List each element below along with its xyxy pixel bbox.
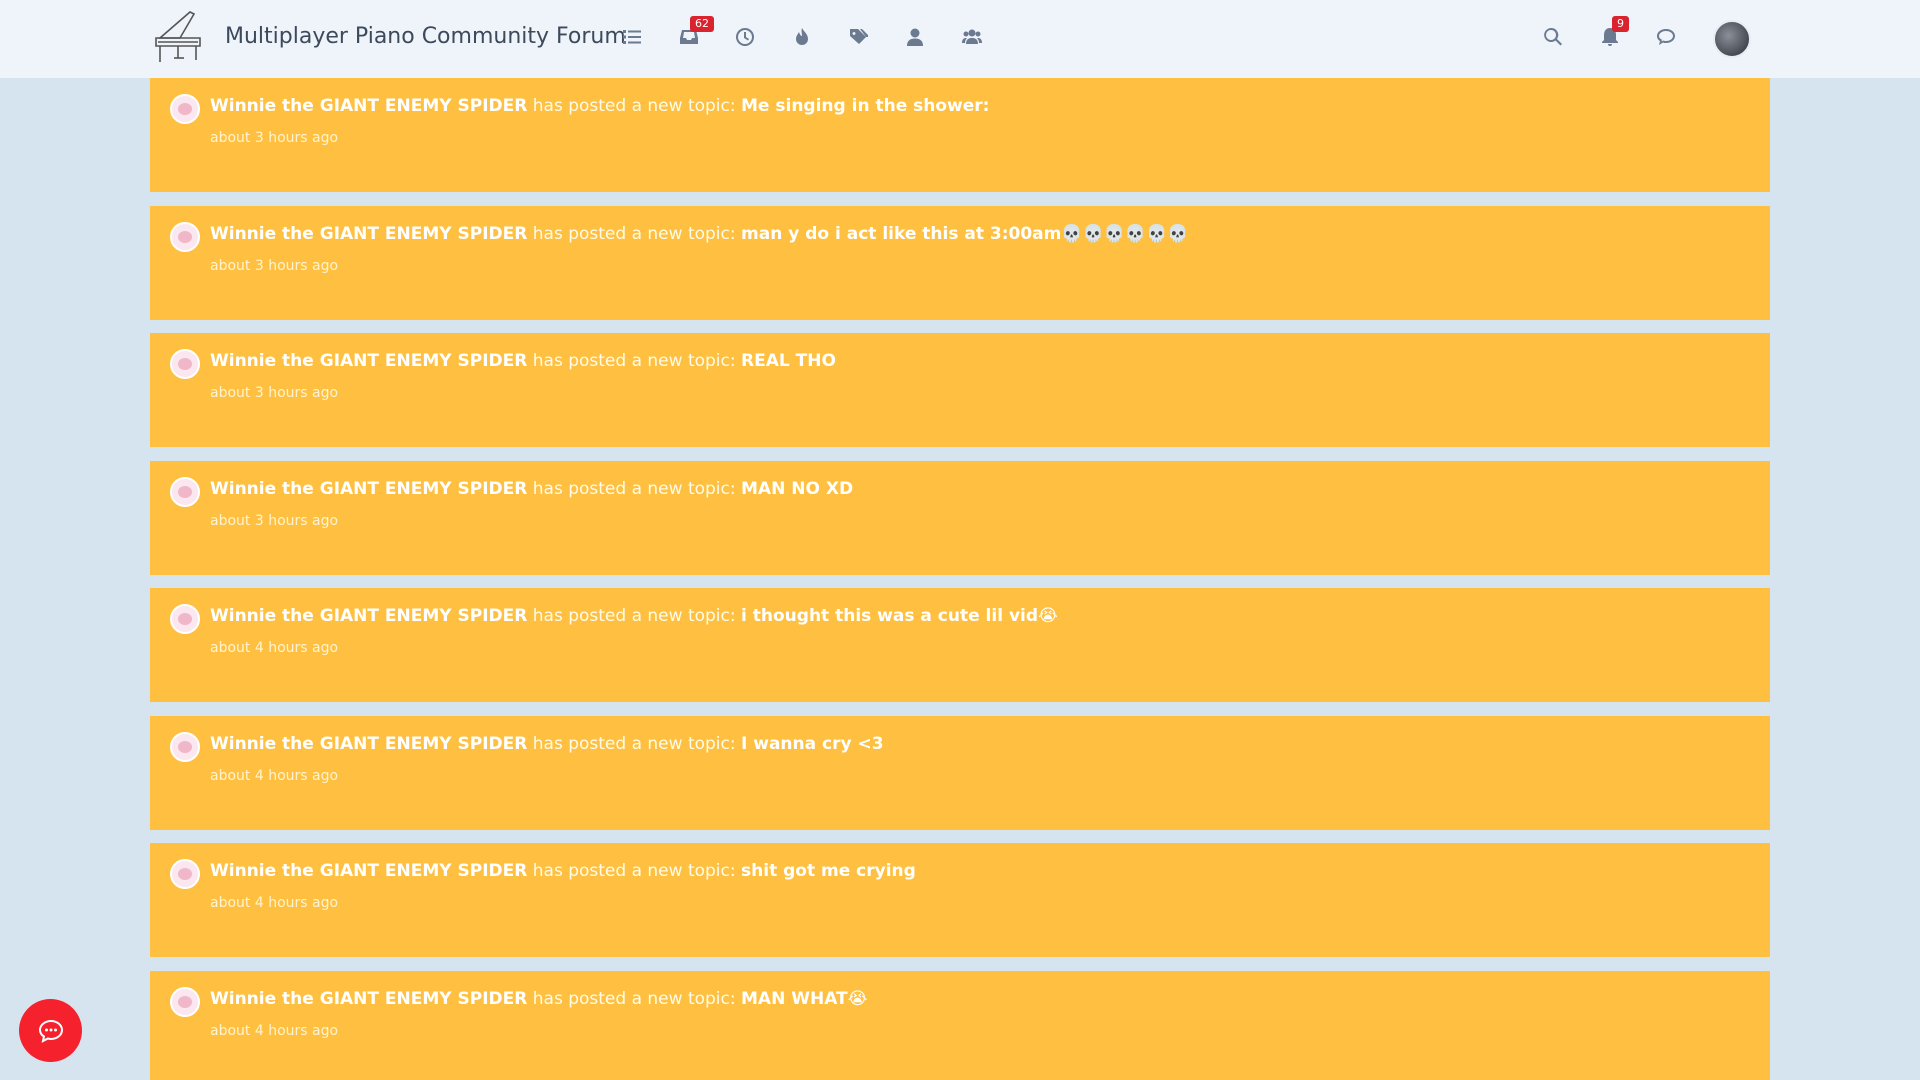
action-text: has posted a new topic: [532,96,736,116]
topic-link[interactable]: man y do i act like this at 3:00am💀💀💀💀💀💀 [741,224,1188,244]
timestamp[interactable]: about 4 hours ago [210,895,338,911]
clock-icon[interactable] [732,24,758,50]
action-text: has posted a new topic: [532,351,736,371]
top-navbar: Multiplayer Piano Community Forum 62 9 [0,0,1920,78]
users-icon[interactable] [959,24,985,50]
action-text: has posted a new topic: [532,988,736,1009]
timestamp[interactable]: about 4 hours ago [210,1023,338,1039]
list-item[interactable]: Winnie the GIANT ENEMY SPIDER has posted… [150,460,1770,575]
avatar[interactable] [170,859,200,889]
chat-button[interactable] [19,999,82,1062]
topic-link[interactable]: Me singing in the shower: [741,96,989,116]
action-text: has posted a new topic: [532,733,736,754]
timestamp[interactable]: about 3 hours ago [210,258,338,274]
topic-link[interactable]: I wanna cry <3 [741,734,884,754]
timestamp[interactable]: about 3 hours ago [210,385,338,401]
user-link[interactable]: Winnie the GIANT ENEMY SPIDER [210,96,527,116]
piano-logo-icon[interactable] [150,8,206,66]
user-link[interactable]: Winnie the GIANT ENEMY SPIDER [210,734,527,754]
topic-link[interactable]: MAN WHAT😭 [741,989,868,1009]
action-text: has posted a new topic: [532,478,736,499]
user-link[interactable]: Winnie the GIANT ENEMY SPIDER [210,479,527,499]
topic-link[interactable]: shit got me crying [741,861,916,881]
list-item[interactable]: Winnie the GIANT ENEMY SPIDER has posted… [150,588,1770,702]
list-item[interactable]: Winnie the GIANT ENEMY SPIDER has posted… [150,205,1770,320]
avatar[interactable] [170,221,200,252]
chat-icon[interactable] [1653,24,1679,50]
chat-bubble-icon [38,1019,63,1043]
avatar[interactable] [170,731,200,762]
user-link[interactable]: Winnie the GIANT ENEMY SPIDER [210,989,527,1009]
user-link[interactable]: Winnie the GIANT ENEMY SPIDER [210,861,527,881]
topic-link[interactable]: i thought this was a cute lil vid😭 [741,606,1058,626]
notifications-badge: 9 [1612,16,1629,32]
user-link[interactable]: Winnie the GIANT ENEMY SPIDER [210,351,527,371]
search-icon[interactable] [1540,24,1566,50]
list-item[interactable]: Winnie the GIANT ENEMY SPIDER has posted… [150,333,1770,447]
bell-icon[interactable]: 9 [1597,16,1629,50]
action-text: has posted a new topic: [532,861,736,881]
action-text: has posted a new topic: [532,223,736,244]
avatar[interactable] [170,476,200,507]
timestamp[interactable]: about 3 hours ago [210,513,338,529]
site-title[interactable]: Multiplayer Piano Community Forum [225,24,626,49]
user-link[interactable]: Winnie the GIANT ENEMY SPIDER [210,606,527,626]
timestamp[interactable]: about 3 hours ago [210,130,338,146]
list-icon[interactable] [619,24,645,50]
topic-link[interactable]: REAL THO [741,351,836,371]
user-avatar[interactable] [1713,20,1751,58]
list-item[interactable]: Winnie the GIANT ENEMY SPIDER has posted… [150,715,1770,830]
activity-feed: Winnie the GIANT ENEMY SPIDER has posted… [150,78,1770,1080]
avatar[interactable] [170,349,200,379]
list-item[interactable]: Winnie the GIANT ENEMY SPIDER has posted… [150,78,1770,192]
inbox-badge: 62 [690,16,714,32]
fire-icon[interactable] [789,24,815,50]
timestamp[interactable]: about 4 hours ago [210,640,338,656]
avatar[interactable] [170,94,200,124]
list-item[interactable]: Winnie the GIANT ENEMY SPIDER has posted… [150,970,1770,1080]
avatar[interactable] [170,604,200,634]
inbox-icon[interactable]: 62 [676,16,714,50]
avatar[interactable] [170,986,200,1017]
tags-icon[interactable] [846,24,872,50]
user-icon[interactable] [902,24,928,50]
topic-link[interactable]: MAN NO XD [741,479,853,499]
user-link[interactable]: Winnie the GIANT ENEMY SPIDER [210,224,527,244]
timestamp[interactable]: about 4 hours ago [210,768,338,784]
action-text: has posted a new topic: [532,606,736,626]
list-item[interactable]: Winnie the GIANT ENEMY SPIDER has posted… [150,843,1770,957]
